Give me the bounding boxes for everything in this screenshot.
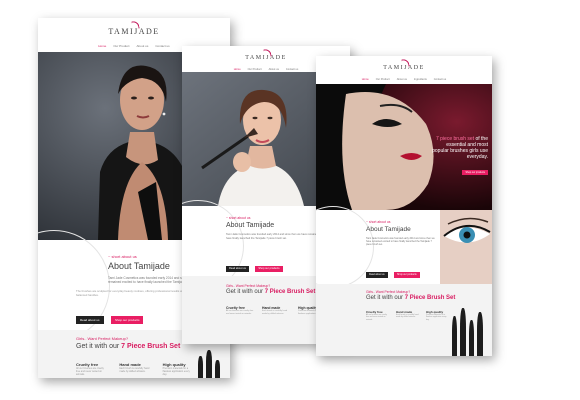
brush-icon bbox=[215, 360, 220, 378]
feature-item: Hand made Each brush is carefully hand m… bbox=[119, 362, 150, 376]
logo-swirl-icon bbox=[401, 58, 410, 68]
read-about-button[interactable]: Read about us bbox=[76, 316, 104, 324]
brush-icon bbox=[469, 320, 474, 356]
site-header: TAMIJADE Home Our Product About us Ingre… bbox=[316, 56, 492, 84]
promo-title-strong: 7 Piece Brush Set bbox=[121, 343, 181, 350]
nav-item-about[interactable]: About us bbox=[397, 78, 407, 81]
brush-icon bbox=[452, 316, 457, 356]
promo-title-pre: Get it with our bbox=[226, 289, 264, 295]
shop-products-button[interactable]: Shop our products bbox=[394, 271, 420, 278]
nav-item-contact[interactable]: Contact us bbox=[434, 78, 446, 81]
nav-item-home[interactable]: Home bbox=[98, 44, 106, 48]
promo-eyebrow: Girls.. Want Perfect Makeup? bbox=[76, 336, 129, 341]
feature-text: Each brush is carefully hand made by ski… bbox=[119, 367, 150, 373]
hero-tagline: 7 piece brush set of the essential and m… bbox=[432, 136, 488, 178]
nav-bar: Home Our Product About us Ingredients Co… bbox=[316, 78, 492, 81]
feature-text: Premium materials for a flawless applica… bbox=[426, 314, 447, 321]
nav-item-about[interactable]: About us bbox=[269, 68, 279, 71]
promo-title-pre: Get it with our bbox=[366, 295, 404, 301]
feature-text: All our brushes are cruelty free and nev… bbox=[366, 314, 387, 321]
nav-item-contact[interactable]: Contact us bbox=[286, 68, 298, 71]
logo-swirl-icon bbox=[263, 48, 272, 58]
promo-title-strong: 7 Piece Brush Set bbox=[264, 289, 316, 295]
features-row: Cruelty free All our brushes are cruelty… bbox=[226, 306, 326, 315]
features-row: Cruelty free All our brushes are cruelty… bbox=[76, 362, 194, 376]
feature-item: Cruelty free All our brushes are cruelty… bbox=[226, 306, 254, 315]
nav-item-product[interactable]: Our Product bbox=[113, 44, 129, 48]
nav-item-about[interactable]: About us bbox=[137, 44, 149, 48]
about-title: About Tamijade bbox=[366, 226, 411, 233]
feature-item: High quality Premium materials for a fla… bbox=[163, 362, 194, 376]
shop-products-button[interactable]: Shop our products bbox=[255, 265, 283, 272]
brush-icon bbox=[477, 312, 483, 356]
about-eyebrow: ~ short about us bbox=[366, 220, 391, 224]
hero-shop-button[interactable]: Shop our products bbox=[462, 170, 488, 175]
nav-item-ingredients[interactable]: Ingredients bbox=[414, 78, 427, 81]
logo[interactable]: TAMIJADE bbox=[108, 20, 159, 36]
promo-title: Get it with our 7 Piece Brush Set bbox=[366, 295, 455, 301]
brush-icon bbox=[206, 350, 212, 378]
feature-text: All our brushes are cruelty free and nev… bbox=[226, 310, 254, 315]
brush-icon bbox=[198, 356, 203, 378]
promo-title-strong: 7 Piece Brush Set bbox=[404, 295, 456, 301]
logo-swirl-icon bbox=[131, 20, 140, 30]
feature-text: Each brush is carefully hand made by ski… bbox=[396, 314, 419, 319]
read-about-button[interactable]: Read about us bbox=[366, 271, 388, 278]
about-text: Tami Jade Cosmetics was founded early 20… bbox=[366, 237, 435, 247]
promo-eyebrow: Girls.. Want Perfect Makeup? bbox=[366, 290, 411, 294]
feature-item: Cruelty free All our brushes are cruelty… bbox=[76, 362, 107, 376]
nav-item-home[interactable]: Home bbox=[362, 78, 369, 81]
shop-products-button[interactable]: Shop our products bbox=[110, 316, 144, 324]
feature-item: Hand made Each brush is carefully hand m… bbox=[262, 306, 290, 315]
feature-text: Premium materials for a flawless applica… bbox=[162, 367, 190, 376]
nav-item-product[interactable]: Our Product bbox=[376, 78, 390, 81]
brush-icon bbox=[460, 308, 466, 356]
feature-item: Cruelty free All our brushes are cruelty… bbox=[366, 310, 390, 321]
nav-item-product[interactable]: Our Product bbox=[248, 68, 262, 71]
features-row: Cruelty free All our brushes are cruelty… bbox=[366, 310, 450, 321]
promo-section: Girls.. Want Perfect Makeup? Get it with… bbox=[316, 284, 492, 356]
promo-title-pre: Get it with our bbox=[76, 343, 120, 350]
feature-text: All our brushes are cruelty free and nev… bbox=[76, 367, 104, 376]
nav-item-contact[interactable]: Contact us bbox=[155, 44, 169, 48]
eye-closeup-icon bbox=[440, 210, 492, 284]
feature-text: Each brush is carefully hand made by ski… bbox=[262, 310, 288, 315]
promo-title: Get it with our 7 Piece Brush Set bbox=[76, 343, 180, 350]
logo[interactable]: TAMIJADE bbox=[383, 58, 425, 71]
nav-item-home[interactable]: Home bbox=[234, 68, 241, 71]
promo-eyebrow: Girls.. Want Perfect Makeup? bbox=[226, 284, 271, 288]
about-section: ~ short about us About Tamijade Tami Jad… bbox=[316, 206, 492, 288]
feature-item: High quality Premium materials for a fla… bbox=[426, 310, 450, 321]
promo-title: Get it with our 7 Piece Brush Set bbox=[226, 289, 315, 295]
page-mockup-3: TAMIJADE Home Our Product About us Ingre… bbox=[316, 56, 492, 356]
logo[interactable]: TAMIJADE bbox=[245, 48, 287, 61]
read-about-button[interactable]: Read about us bbox=[226, 265, 249, 272]
feature-item: Hand made Each brush is carefully hand m… bbox=[396, 310, 420, 321]
hero-image: 7 piece brush set of the essential and m… bbox=[316, 84, 492, 210]
